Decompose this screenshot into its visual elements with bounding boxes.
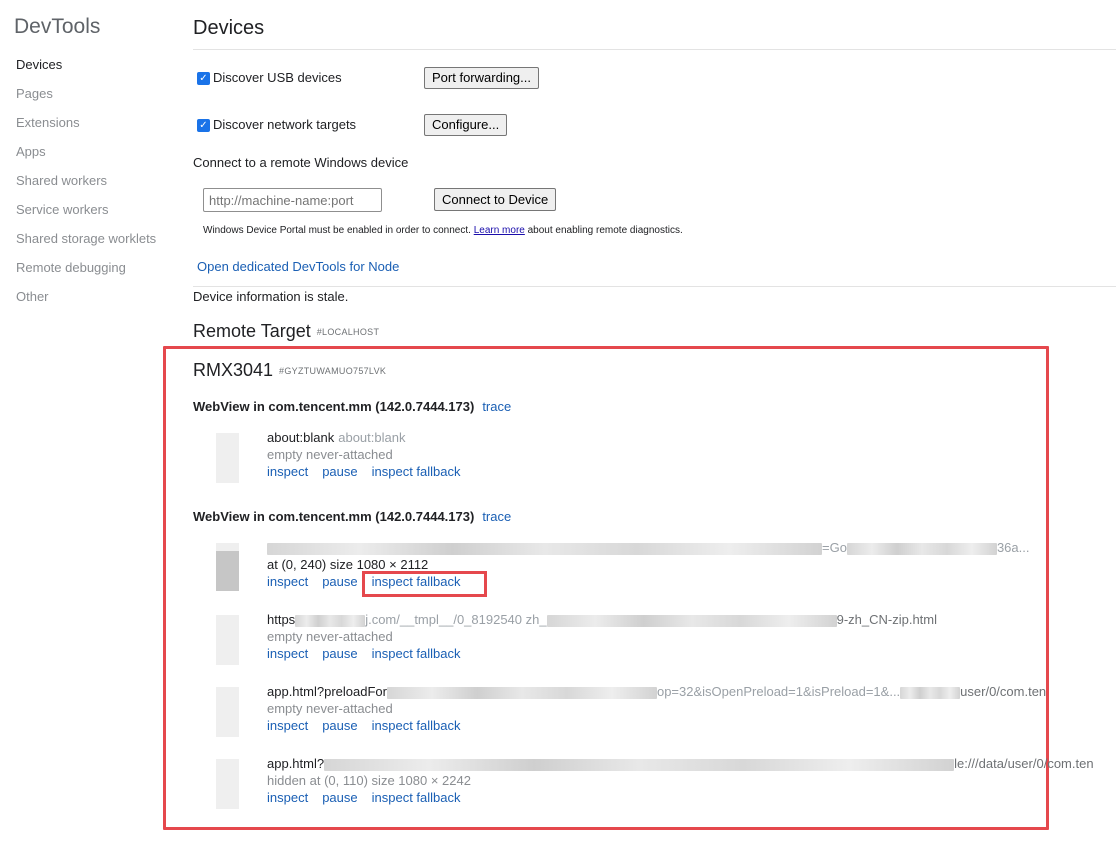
- inspect-fallback-link[interactable]: inspect fallback: [372, 790, 461, 806]
- portal-note-text: Windows Device Portal must be enabled in…: [203, 225, 471, 236]
- remote-device-url-input[interactable]: [203, 188, 382, 212]
- sidebar-item-apps[interactable]: Apps: [16, 144, 46, 160]
- connect-to-device-button[interactable]: Connect to Device: [434, 188, 557, 211]
- inspect-link[interactable]: inspect: [267, 790, 308, 806]
- page-desc: hidden at (0, 110) size 1080 × 2242: [267, 773, 471, 788]
- pause-link[interactable]: pause: [322, 464, 357, 480]
- sidebar-item-extensions[interactable]: Extensions: [16, 115, 80, 131]
- page-title-fragment: op=32&isOpenPreload=1&isPreload=1&...: [656, 684, 901, 699]
- device-name: RMX3041: [193, 360, 274, 380]
- page-thumbnail: [216, 687, 239, 737]
- app-title: DevTools: [14, 15, 101, 38]
- page-title-row: app.html? le:///data/user/0/com.ten: [267, 756, 1116, 772]
- page-desc: empty never-attached: [267, 701, 393, 716]
- page-thumbnail: [216, 543, 239, 591]
- inspect-link[interactable]: inspect: [267, 464, 308, 480]
- sidebar-item-service-workers[interactable]: Service workers: [16, 202, 108, 218]
- page-title-fragment: app.html?: [267, 756, 325, 771]
- discover-network-checkbox[interactable]: ✓: [197, 118, 210, 132]
- device-heading: RMX3041 #GYZTUWAMUO757LVK: [193, 359, 386, 382]
- page-title-fragment: app.html?preloadFor: [267, 684, 387, 699]
- page-actions: inspect pause inspect fallback: [267, 790, 461, 806]
- page-url-text: about:blank: [338, 430, 406, 445]
- webview-1-title: WebView in com.tencent.mm (142.0.7444.17…: [193, 399, 475, 414]
- inspect-fallback-link[interactable]: inspect fallback: [372, 464, 461, 480]
- port-forwarding-button[interactable]: Port forwarding...: [424, 67, 539, 89]
- inspect-link[interactable]: inspect: [267, 646, 308, 662]
- portal-note: Windows Device Portal must be enabled in…: [203, 224, 683, 237]
- page-title-row: app.html?preloadFor op=32&isOpenPreload=1…: [267, 684, 1116, 700]
- page-actions: inspect pause inspect fallback: [267, 718, 461, 734]
- page-title-text: about:blank: [267, 430, 335, 445]
- page-title: Devices: [193, 17, 265, 39]
- discover-usb-label: Discover USB devices: [213, 70, 342, 85]
- page-thumbnail: [216, 615, 239, 665]
- page-title-fragment: https: [267, 612, 296, 627]
- page-title-fragment: j.com/__tmpl__/0_8192540 zh_: [365, 612, 547, 627]
- redacted-text: [267, 542, 822, 555]
- sidebar-item-devices[interactable]: Devices: [16, 57, 62, 73]
- discover-usb-row: ✓ Discover USB devices: [197, 70, 342, 86]
- inspect-link[interactable]: inspect: [267, 718, 308, 734]
- page-title-row: about:blank about:blank: [267, 430, 405, 446]
- page-actions: inspect pause inspect fallback: [267, 646, 461, 662]
- portal-note-tail: about enabling remote diagnostics.: [527, 225, 683, 236]
- sidebar-item-other[interactable]: Other: [16, 289, 49, 305]
- sidebar-item-remote-debugging[interactable]: Remote debugging: [16, 260, 126, 276]
- inspect-fallback-highlight: [362, 571, 487, 597]
- sidebar-item-pages[interactable]: Pages: [16, 86, 53, 102]
- webview-2-heading: WebView in com.tencent.mm (142.0.7444.17…: [193, 509, 511, 525]
- pause-link[interactable]: pause: [322, 790, 357, 806]
- remote-target-heading: Remote Target #LOCALHOST: [193, 320, 379, 343]
- redacted-text: [546, 614, 837, 627]
- device-id: #GYZTUWAMUO757LVK: [279, 366, 387, 377]
- inspect-fallback-link[interactable]: inspect fallback: [372, 718, 461, 734]
- page-title-row: =Go 36a...: [267, 540, 1029, 556]
- configure-button[interactable]: Configure...: [424, 114, 508, 136]
- remote-target-title: Remote Target: [193, 321, 311, 341]
- page-title-end: user/0/com.ten: [960, 684, 1047, 699]
- discover-network-row: ✓ Discover network targets: [197, 117, 356, 133]
- redacted-text: [846, 542, 997, 555]
- remote-target-tag: #LOCALHOST: [316, 327, 380, 338]
- page-actions: inspect pause inspect fallback: [267, 464, 461, 480]
- stale-notice: Device information is stale.: [193, 289, 349, 304]
- inspect-fallback-link[interactable]: inspect fallback: [372, 646, 461, 662]
- page-desc: empty never-attached: [267, 447, 393, 462]
- connect-remote-label: Connect to a remote Windows device: [193, 155, 409, 170]
- redacted-text: [324, 758, 955, 771]
- page-title-end: 9-zh_CN-zip.html: [836, 612, 938, 627]
- sidebar-item-shared-storage-worklets[interactable]: Shared storage worklets: [16, 231, 156, 247]
- page-title-end: 36a...: [996, 540, 1030, 555]
- webview-2-trace-link[interactable]: trace: [482, 509, 511, 524]
- discover-network-label: Discover network targets: [213, 117, 357, 132]
- page-thumbnail: [216, 759, 239, 809]
- inspect-link[interactable]: inspect: [267, 574, 308, 590]
- webview-1-heading: WebView in com.tencent.mm (142.0.7444.17…: [193, 399, 511, 415]
- webview-2-title: WebView in com.tencent.mm (142.0.7444.17…: [193, 509, 475, 524]
- page-title-row: https j.com/__tmpl__/0_8192540 zh_ 9-zh_CN…: [267, 612, 937, 628]
- pause-link[interactable]: pause: [322, 718, 357, 734]
- open-node-devtools-link[interactable]: Open dedicated DevTools for Node: [197, 259, 399, 275]
- redacted-text: [295, 614, 366, 627]
- discover-usb-checkbox[interactable]: ✓: [197, 71, 210, 85]
- webview-1-trace-link[interactable]: trace: [482, 399, 511, 414]
- title-divider: [193, 49, 1116, 50]
- page-desc: empty never-attached: [267, 629, 393, 644]
- redacted-text: [386, 686, 657, 699]
- learn-more-link[interactable]: Learn more: [474, 225, 525, 236]
- page-title-end: le:///data/user/0/com.ten: [954, 756, 1094, 771]
- page-title-fragment: =Go: [822, 540, 847, 555]
- redacted-text: [900, 686, 961, 699]
- sidebar-item-shared-workers[interactable]: Shared workers: [16, 173, 107, 189]
- page-thumbnail: [216, 433, 239, 483]
- pause-link[interactable]: pause: [322, 574, 357, 590]
- section-divider: [193, 286, 1116, 287]
- pause-link[interactable]: pause: [322, 646, 357, 662]
